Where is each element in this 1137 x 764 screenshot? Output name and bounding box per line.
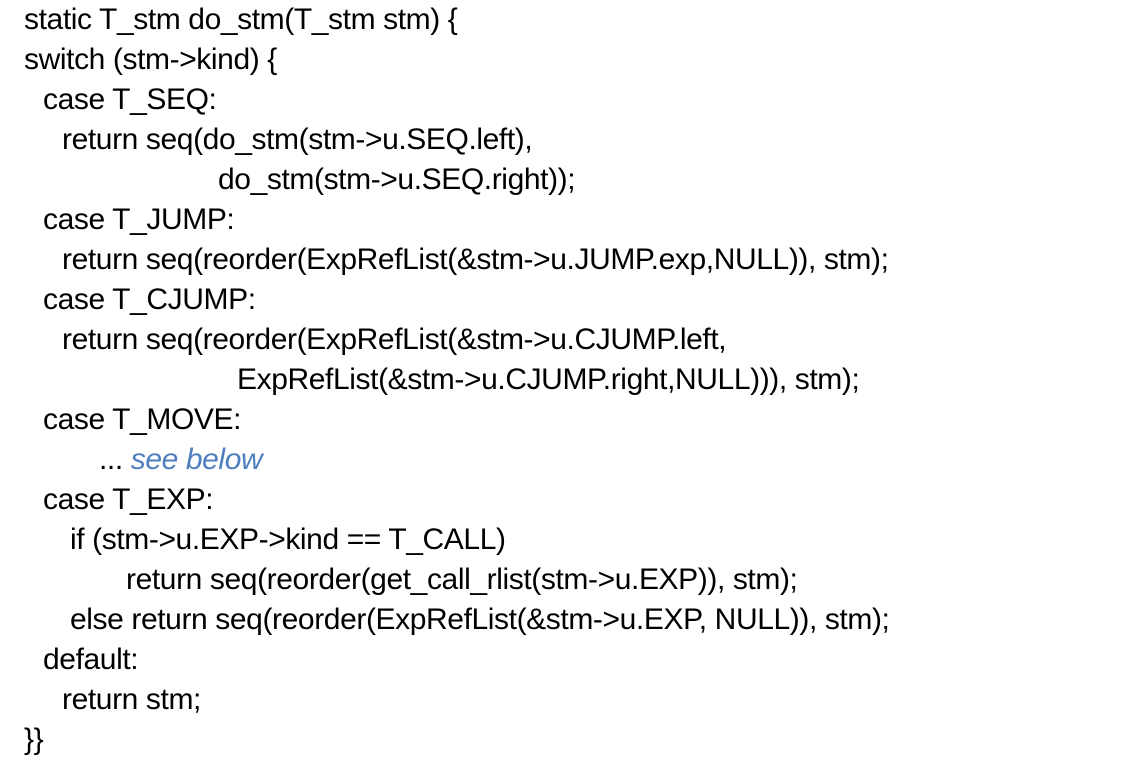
code-line-case-seq: case T_SEQ: xyxy=(43,83,217,116)
ellipsis: ... xyxy=(99,443,123,476)
code-line-case-move: case T_MOVE: xyxy=(43,403,242,436)
code-listing: static T_stm do_stm(T_stm stm) { switch … xyxy=(0,0,1137,764)
code-line-if-call: if (stm->u.EXP->kind == T_CALL) xyxy=(70,523,506,556)
code-line-case-exp: case T_EXP: xyxy=(43,483,214,516)
code-line-return-stm: return stm; xyxy=(62,683,201,716)
see-below-note: see below xyxy=(130,443,263,476)
code-line-move-placeholder: ... see below xyxy=(99,440,263,480)
code-line-return-call: return seq(reorder(get_call_rlist(stm->u… xyxy=(126,563,798,596)
code-line-seq-right: do_stm(stm->u.SEQ.right)); xyxy=(218,163,576,196)
code-line-return-cjump: return seq(reorder(ExpRefList(&stm->u.CJ… xyxy=(62,323,727,356)
code-line-return-seq: return seq(do_stm(stm->u.SEQ.left), xyxy=(62,123,533,156)
code-line-closing-braces: }} xyxy=(24,723,44,756)
code-line-case-cjump: case T_CJUMP: xyxy=(43,283,256,316)
code-line-default: default: xyxy=(43,643,139,676)
code-line-return-jump: return seq(reorder(ExpRefList(&stm->u.JU… xyxy=(62,243,889,276)
code-line-switch: switch (stm->kind) { xyxy=(24,43,277,76)
code-line-cjump-right: ExpRefList(&stm->u.CJUMP.right,NULL))), … xyxy=(237,363,860,396)
code-line-function-signature: static T_stm do_stm(T_stm stm) { xyxy=(24,3,458,36)
code-line-case-jump: case T_JUMP: xyxy=(43,203,235,236)
code-line-else-return: else return seq(reorder(ExpRefList(&stm-… xyxy=(70,603,890,636)
